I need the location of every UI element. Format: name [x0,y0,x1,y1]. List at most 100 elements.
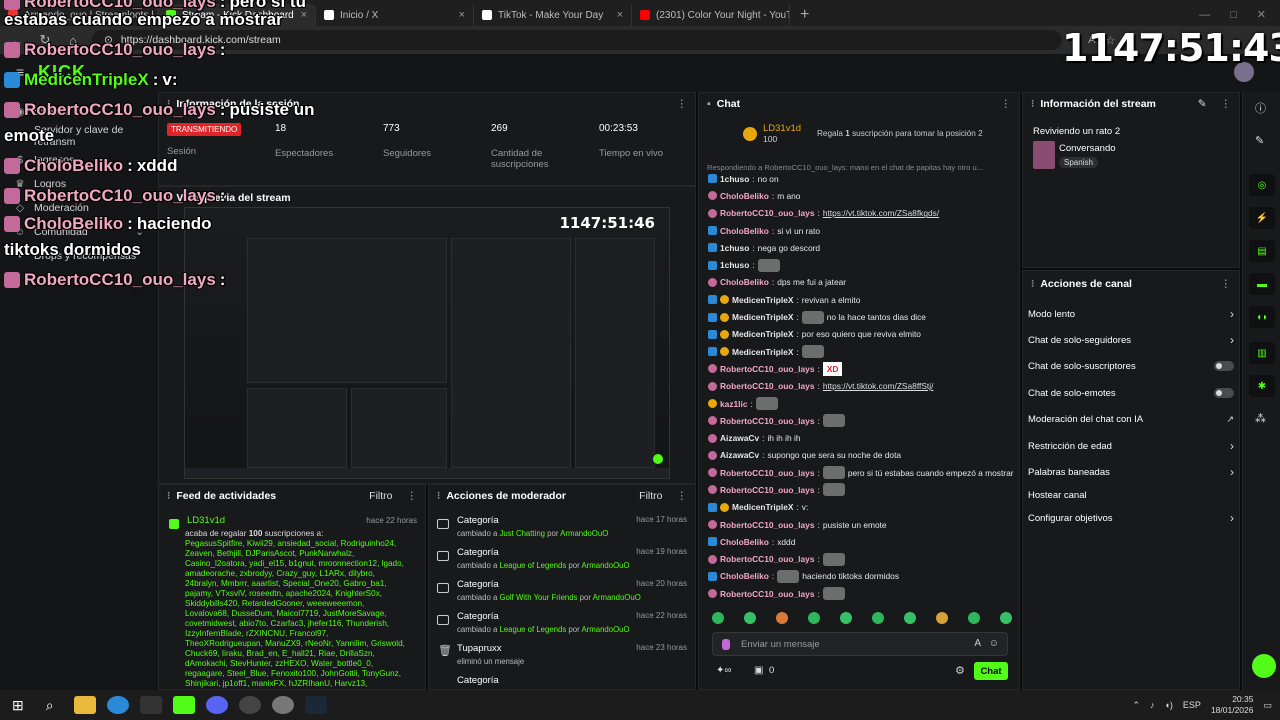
rail-audio-button[interactable]: ◖◗ [1249,306,1275,328]
volume-icon[interactable]: ◖) [1164,700,1172,710]
move-handle-icon[interactable]: ⁝ [1031,278,1034,290]
feed-user[interactable]: LD31v1d [187,515,225,526]
action-set-goals[interactable]: Configurar objetivos › [1028,505,1234,531]
gift-sub-icon[interactable]: ▣ [754,665,763,676]
url-field[interactable]: ⊙ https://dashboard.kick.com/stream [92,30,1062,50]
chat-username[interactable]: 1chuso [720,243,749,253]
rail-bolt-button[interactable]: ⚡ [1249,207,1275,229]
chat-link[interactable]: https://vt.tiktok.com/ZSa8ffStj/ [823,381,934,391]
chat-username[interactable]: RobertoCC10_ouo_lays [720,364,814,374]
chat-username[interactable]: AizawaCv [720,433,759,443]
chat-username[interactable]: MedicenTripleX [732,502,793,512]
emote-icon[interactable] [936,612,948,624]
chat-username[interactable]: RobertoCC10_ouo_lays [720,485,814,495]
rail-tools-button[interactable]: ✱ [1249,375,1275,397]
chat-send-button[interactable]: Chat [974,662,1008,680]
emote-icon[interactable] [744,612,756,624]
chat-username[interactable]: MedicenTripleX [732,329,793,339]
chat-username[interactable]: 1chuso [720,260,749,270]
chat-username[interactable]: 1chuso [720,174,749,184]
emote-icon[interactable] [808,612,820,624]
share-icon[interactable]: ⁂ [1255,412,1266,425]
chat-username[interactable]: RobertoCC10_ouo_lays [720,520,814,530]
rail-camera-button[interactable]: ◎ [1249,174,1275,196]
edit-icon[interactable]: ✎ [1198,98,1207,110]
tray-chevron-icon[interactable]: ⌃ [1132,700,1140,711]
chat-link[interactable]: https://vt.tiktok.com/ZSa8fkgds/ [823,208,939,218]
close-tab-icon[interactable]: × [617,9,623,21]
emote-icon[interactable] [968,612,980,624]
mod-filter-button[interactable]: Filtro [639,490,662,502]
notification-icon[interactable]: ▭ [1263,700,1272,711]
support-button[interactable] [1252,654,1276,678]
edge-icon[interactable] [106,696,129,714]
file-explorer-icon[interactable] [73,696,96,714]
more-options-icon[interactable]: ⋮ [1001,98,1012,110]
emote-icon[interactable] [776,612,788,624]
chat-username[interactable]: CholoBeliko [720,277,769,287]
move-handle-icon[interactable]: ⁝ [437,490,440,502]
close-tab-icon[interactable]: × [459,9,465,21]
search-icon[interactable]: ⌕ [46,697,54,714]
emote-icon[interactable] [840,612,852,624]
emoji-picker-icon[interactable]: ☺ [989,638,999,649]
subscribers-only-toggle[interactable] [1214,361,1234,371]
close-window-icon[interactable]: ✕ [1257,4,1266,26]
discord-icon[interactable] [205,696,228,714]
info-icon[interactable]: ⓘ [1255,100,1266,116]
action-followers-only[interactable]: Chat de solo-seguidores › [1028,327,1234,353]
emote-icon[interactable] [1000,612,1012,624]
stream-category[interactable]: Conversando [1059,143,1116,154]
rail-notes-button[interactable]: ▤ [1249,240,1275,262]
edit-icon[interactable]: ✎ [1255,134,1264,147]
system-clock[interactable]: 20:35 18/01/2026 [1211,694,1254,716]
move-handle-icon[interactable]: ⁝ [167,490,170,502]
translate-icon[interactable]: A [974,638,981,649]
chat-username[interactable]: kaz1lic [720,399,747,409]
chat-username[interactable]: RobertoCC10_ouo_lays [720,416,814,426]
new-tab-button[interactable]: + [790,4,819,26]
more-options-icon[interactable]: ⋮ [1221,278,1232,290]
rail-layout-button[interactable]: ▥ [1249,342,1275,364]
chat-username[interactable]: MedicenTripleX [732,295,793,305]
emote-icon[interactable] [712,612,724,624]
mic-icon[interactable]: ♪ [1150,700,1155,710]
chat-username[interactable]: CholoBeliko [720,537,769,547]
tab-youtube[interactable]: (2301) Color Your Night - YouTube× [632,4,790,26]
lang-indicator[interactable]: ESP [1183,700,1201,710]
emote-icon[interactable] [904,612,916,624]
minimize-icon[interactable]: — [1199,4,1210,26]
more-options-icon[interactable]: ⋮ [677,98,688,110]
stream-preview-video[interactable]: 1147:51:46 [184,207,670,479]
more-options-icon[interactable]: ⋮ [1221,98,1232,110]
obs-icon[interactable] [238,696,261,714]
chat-settings-icon[interactable]: ⚙ [955,664,965,677]
chat-message-input[interactable]: Enviar un mensaje A ☺ [712,632,1008,656]
rail-chat-button[interactable]: ▬ [1249,273,1275,295]
chat-username[interactable]: CholoBeliko [720,571,769,581]
more-options-icon[interactable]: ⋮ [677,490,688,502]
action-slow-mode[interactable]: Modo lento › [1028,301,1234,327]
chat-username[interactable]: RobertoCC10_ouo_lays [720,554,814,564]
chat-username[interactable]: RobertoCC10_ouo_lays [720,589,814,599]
kick-app-icon[interactable] [172,696,195,714]
emotes-only-toggle[interactable] [1214,388,1234,398]
maximize-icon[interactable]: □ [1230,4,1237,26]
chat-username[interactable]: MedicenTripleX [732,312,793,322]
feed-filter-button[interactable]: Filtro [369,490,392,502]
action-ai-moderation[interactable]: Moderación del chat con IA ↗ [1028,406,1234,432]
channel-points-icon[interactable]: ✦∞ [716,665,732,676]
chat-username[interactable]: AizawaCv [720,450,759,460]
tab-x[interactable]: Inicio / X × [316,4,474,26]
chat-username[interactable]: RobertoCC10_ouo_lays [720,208,814,218]
action-age-restriction[interactable]: Restricción de edad › [1028,433,1234,459]
chat-username[interactable]: RobertoCC10_ouo_lays [720,381,814,391]
more-options-icon[interactable]: ⋮ [407,490,418,502]
move-handle-icon[interactable]: ⁝ [1031,98,1034,110]
emote-icon[interactable] [872,612,884,624]
chat-username[interactable]: CholoBeliko [720,191,769,201]
chat-username[interactable]: MedicenTripleX [732,347,793,357]
browser-icon[interactable] [271,696,294,714]
chat-username[interactable]: RobertoCC10_ouo_lays [720,468,814,478]
tab-tiktok[interactable]: TikTok - Make Your Day × [474,4,632,26]
